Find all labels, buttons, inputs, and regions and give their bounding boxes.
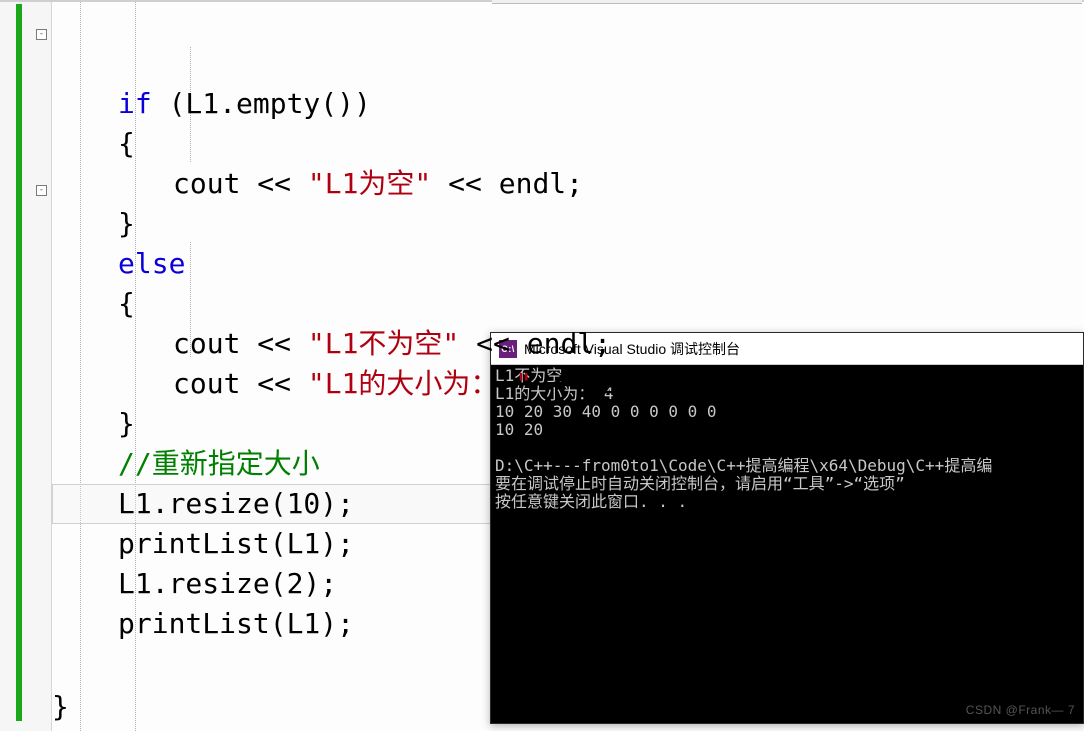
code-line[interactable]: cout << "L1为空" << endl; xyxy=(52,164,1084,204)
code-line[interactable]: { xyxy=(52,284,1084,324)
change-marker xyxy=(16,4,22,721)
code-line[interactable]: cout << "L1的大小为： " << L1.size() << endl; xyxy=(52,364,1084,404)
code-line[interactable]: else xyxy=(52,244,1084,284)
code-line[interactable]: printList(L1); xyxy=(52,524,1084,564)
code-line[interactable]: printList(L1); xyxy=(52,604,1084,644)
fold-toggle[interactable]: - xyxy=(36,185,47,196)
code-line[interactable]: L1.resize(2); xyxy=(52,564,1084,604)
closing-brace: } xyxy=(52,690,69,723)
watermark: CSDN @Frank— 7 xyxy=(966,703,1075,717)
code-line[interactable]: //重新指定大小 xyxy=(52,444,1084,484)
code-line[interactable]: if (L1.empty()) xyxy=(52,84,1084,124)
code-line[interactable]: { xyxy=(52,124,1084,164)
code-editor[interactable]: -- if (L1.empty()){cout << "L1为空" << end… xyxy=(0,0,1084,731)
fold-toggle[interactable]: - xyxy=(36,29,47,40)
gutter: -- xyxy=(0,2,52,731)
code-line[interactable]: } xyxy=(52,204,1084,244)
code-line[interactable]: } xyxy=(52,404,1084,444)
code-area[interactable]: if (L1.empty()){cout << "L1为空" << endl;}… xyxy=(52,2,1084,731)
code-line[interactable]: cout << "L1不为空" << endl; xyxy=(52,324,1084,364)
code-line[interactable]: L1.resize(10); xyxy=(52,484,1084,524)
